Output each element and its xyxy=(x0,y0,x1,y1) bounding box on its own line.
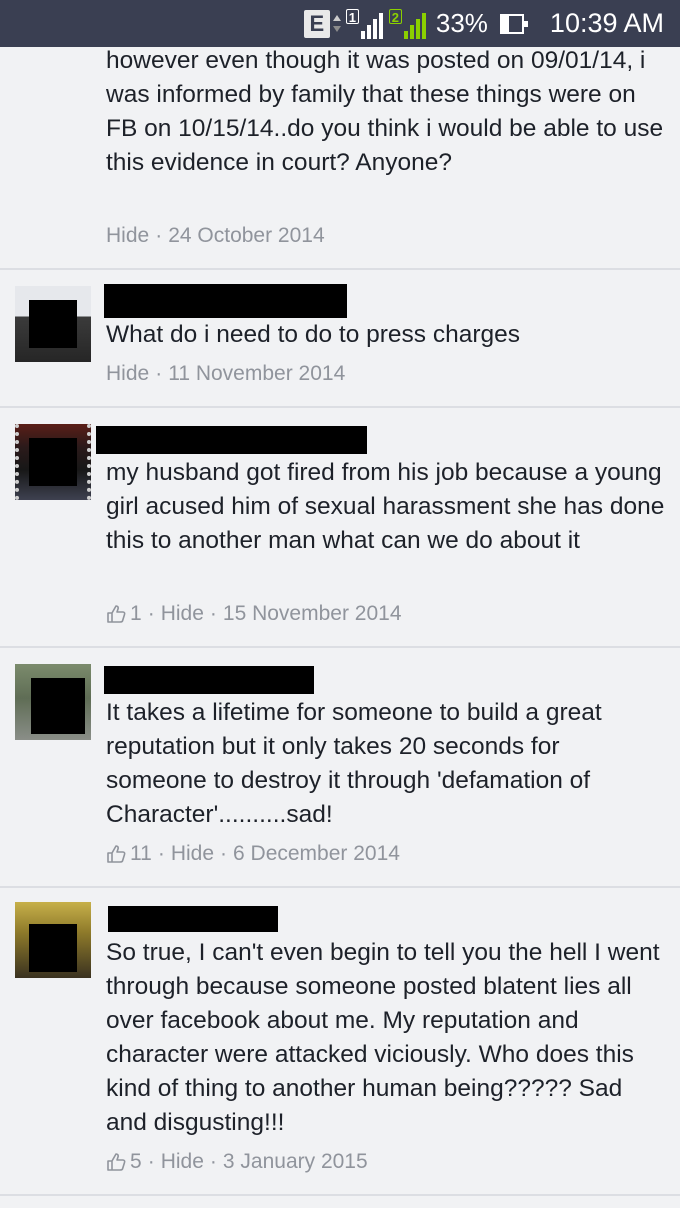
comment-date[interactable]: 15 November 2014 xyxy=(223,602,402,626)
avatar-redaction xyxy=(31,678,85,734)
sim1-label: 1 xyxy=(345,8,359,25)
hide-link[interactable]: Hide xyxy=(161,602,204,626)
comment-meta: Hide · 24 October 2014 xyxy=(106,224,325,248)
comment-text: It takes a lifetime for someone to build… xyxy=(106,699,602,828)
comment-item: So true, I can't even begin to tell you … xyxy=(0,888,680,1196)
comment-date[interactable]: 6 December 2014 xyxy=(233,842,400,866)
meta-separator: · xyxy=(209,1150,217,1173)
avatar[interactable] xyxy=(15,664,91,740)
comment-meta: 5 · Hide · 3 January 2015 xyxy=(106,1150,368,1174)
battery-icon xyxy=(499,13,528,34)
avatar-redaction xyxy=(29,300,77,348)
like-count: 1 xyxy=(130,602,142,625)
meta-separator: · xyxy=(155,362,163,385)
thumbs-up-icon[interactable] xyxy=(106,844,126,864)
hide-link[interactable]: Hide xyxy=(106,362,149,386)
comment-meta: 11 · Hide · 6 December 2014 xyxy=(106,842,400,866)
sim2-signal-icon: 2 xyxy=(388,8,426,39)
sim2-label: 2 xyxy=(388,8,402,25)
comment-meta: 1 · Hide · 15 November 2014 xyxy=(106,602,402,626)
meta-separator: · xyxy=(220,842,228,865)
meta-separator: · xyxy=(209,602,217,625)
comment-text: however even though it was posted on 09/… xyxy=(106,47,664,176)
like-count: 11 xyxy=(130,842,152,865)
comment-item: It takes a lifetime for someone to build… xyxy=(0,648,680,888)
data-activity-icon xyxy=(332,10,342,38)
avatar[interactable] xyxy=(15,286,91,362)
meta-separator: · xyxy=(147,602,155,625)
meta-separator: · xyxy=(147,1150,155,1173)
divider xyxy=(0,1194,680,1196)
author-name-redacted[interactable] xyxy=(96,426,367,454)
comment-text: What do i need to do to press charges xyxy=(106,321,521,348)
clock: 10:39 AM xyxy=(549,8,664,38)
comment-date[interactable]: 3 January 2015 xyxy=(223,1150,368,1174)
author-name-redacted[interactable] xyxy=(104,666,314,694)
comment-meta: Hide · 11 November 2014 xyxy=(106,362,345,386)
thumbs-up-icon[interactable] xyxy=(106,1152,126,1172)
hide-link[interactable]: Hide xyxy=(171,842,214,866)
author-name-redacted[interactable] xyxy=(104,284,347,318)
sim1-signal-icon: 1 xyxy=(345,8,383,39)
avatar-redaction xyxy=(29,924,77,972)
hide-link[interactable]: Hide xyxy=(161,1150,204,1174)
avatar-redaction xyxy=(29,438,77,486)
avatar[interactable] xyxy=(15,424,91,500)
battery-percentage: 33% xyxy=(435,8,488,38)
thumbs-up-icon[interactable] xyxy=(106,604,126,624)
comment-item: however even though it was posted on 09/… xyxy=(0,47,680,270)
network-type-indicator: E xyxy=(303,9,330,38)
avatar[interactable] xyxy=(15,902,91,978)
meta-separator: · xyxy=(157,842,165,865)
comment-text: my husband got fired from his job becaus… xyxy=(106,459,665,554)
meta-separator: · xyxy=(155,224,163,247)
comment-item: What do i need to do to press charges Hi… xyxy=(0,270,680,408)
hide-link[interactable]: Hide xyxy=(106,224,149,248)
comment-date[interactable]: 24 October 2014 xyxy=(168,224,324,248)
status-bar: E 1 2 33% 10:39 AM xyxy=(0,0,680,47)
comment-text: So true, I can't even begin to tell you … xyxy=(106,939,660,1136)
author-name-redacted[interactable] xyxy=(108,906,278,932)
comment-item: my husband got fired from his job becaus… xyxy=(0,408,680,648)
like-count: 5 xyxy=(130,1150,142,1173)
comment-date[interactable]: 11 November 2014 xyxy=(168,362,345,386)
